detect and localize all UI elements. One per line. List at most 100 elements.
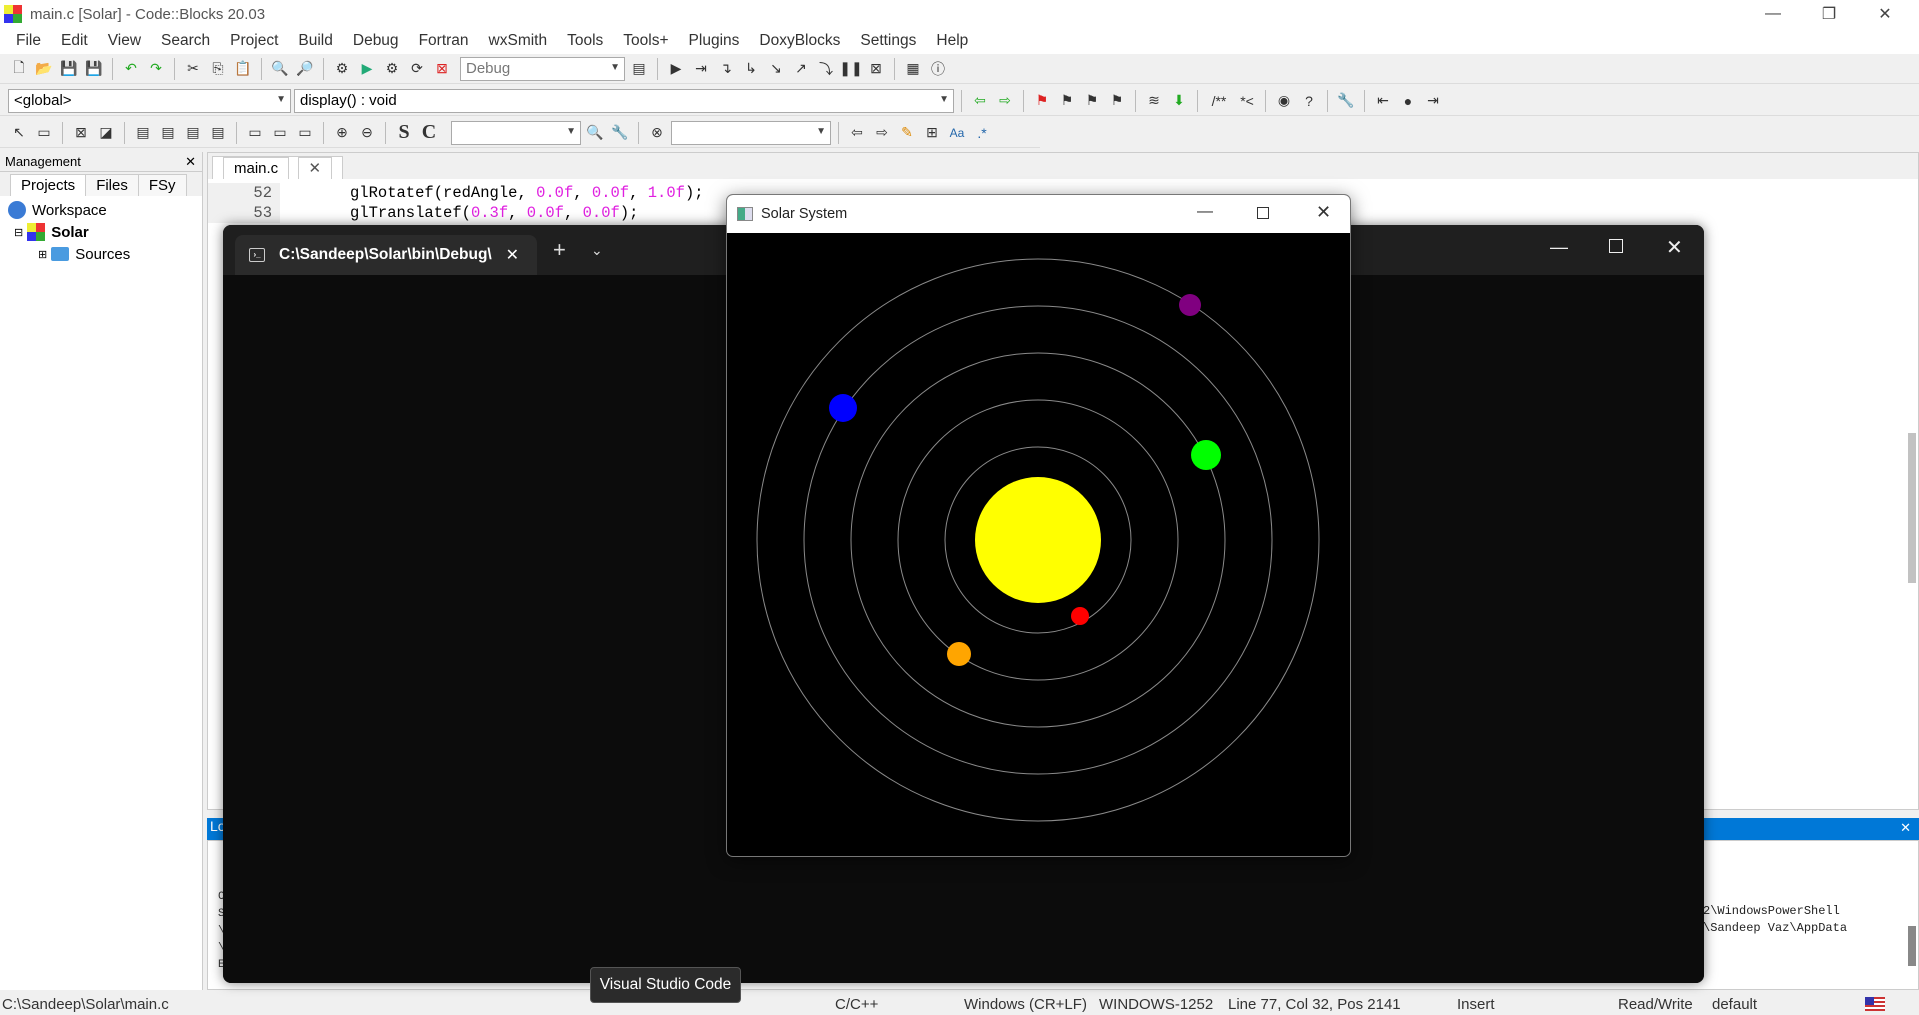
menu-build[interactable]: Build — [288, 32, 342, 50]
step-into-icon[interactable]: ↘ — [765, 58, 787, 80]
wrench-icon[interactable]: 🔧 — [609, 122, 631, 144]
doxy-config-icon[interactable]: 🔧 — [1335, 90, 1357, 112]
target-options-icon[interactable]: ▤ — [628, 58, 650, 80]
menu-fortran[interactable]: Fortran — [409, 32, 479, 50]
zoom-in-icon[interactable]: ⊕ — [331, 122, 353, 144]
new-file-icon[interactable]: 🗋 — [8, 58, 30, 80]
search-options-icon[interactable]: 🔍 — [584, 122, 606, 144]
build-run-icon[interactable]: ⚙ — [381, 58, 403, 80]
stop-debug-icon[interactable]: ⊠ — [865, 58, 887, 80]
menu-debug[interactable]: Debug — [343, 32, 409, 50]
new-tab-icon[interactable]: + — [553, 237, 566, 263]
find-next-icon[interactable]: ⇨ — [871, 122, 893, 144]
tree-folder[interactable]: ⊞ Sources — [8, 243, 202, 265]
close-icon[interactable]: ✕ — [1316, 202, 1331, 223]
record-icon[interactable]: ● — [1397, 90, 1419, 112]
find-combo[interactable]: ▼ — [671, 120, 831, 145]
undo-icon[interactable]: ↶ — [120, 58, 142, 80]
close-icon[interactable]: ✕ — [185, 154, 196, 170]
logs-scrollbar[interactable] — [1908, 926, 1916, 966]
save-icon[interactable]: 💾 — [58, 58, 80, 80]
find-prev-icon[interactable]: ⇦ — [846, 122, 868, 144]
scope-select[interactable]: <global> ▼ — [8, 88, 291, 113]
layout2-icon[interactable]: ▤ — [157, 122, 179, 144]
restore-button[interactable]: ❐ — [1801, 0, 1857, 28]
sizer2-icon[interactable]: ◪ — [95, 122, 117, 144]
run-icon[interactable]: ▶ — [356, 58, 378, 80]
maximize-icon[interactable] — [1609, 239, 1623, 253]
tab-files[interactable]: Files — [85, 174, 139, 196]
menu-wxsmith[interactable]: wxSmith — [479, 32, 558, 50]
tab-projects[interactable]: Projects — [10, 174, 87, 196]
shape3-icon[interactable]: ▭ — [294, 122, 316, 144]
debug-run-icon[interactable]: ▶ — [665, 58, 687, 80]
menu-help[interactable]: Help — [926, 32, 978, 50]
layout4-icon[interactable]: ▤ — [207, 122, 229, 144]
paste-icon[interactable]: 📋 — [232, 58, 254, 80]
zoom-out-icon[interactable]: ⊖ — [356, 122, 378, 144]
sizer-icon[interactable]: ⊠ — [70, 122, 92, 144]
replace-icon[interactable]: 🔎 — [294, 58, 316, 80]
shape1-icon[interactable]: ▭ — [244, 122, 266, 144]
pause-icon[interactable]: ❚❚ — [839, 58, 862, 80]
highlight-icon[interactable]: ✎ — [896, 122, 918, 144]
doxy-line-comment-button[interactable]: *< — [1236, 90, 1258, 112]
doxy-block-comment-button[interactable]: /** — [1205, 90, 1233, 112]
pointer-icon[interactable]: ↖ — [8, 122, 30, 144]
bookmark-toggle-icon[interactable]: ⚑ — [1031, 90, 1053, 112]
minimize-icon[interactable]: — — [1197, 203, 1213, 221]
doxy-extract-icon[interactable]: ⬇ — [1168, 90, 1190, 112]
menu-tools-plus[interactable]: Tools+ — [613, 32, 678, 50]
find-icon[interactable]: 🔍 — [269, 58, 291, 80]
jump-back-icon[interactable]: ⇦ — [969, 90, 991, 112]
clear-icon[interactable]: ⊗ — [646, 122, 668, 144]
collapse-icon[interactable]: ⊟ — [14, 226, 23, 239]
s-icon[interactable]: S — [393, 121, 415, 144]
step-out-icon[interactable]: ↗ — [790, 58, 812, 80]
menu-project[interactable]: Project — [220, 32, 288, 50]
menu-file[interactable]: File — [6, 32, 51, 50]
search-combo[interactable]: ▼ — [451, 120, 581, 145]
next-line-icon[interactable]: ↴ — [715, 58, 737, 80]
close-icon[interactable]: ✕ — [506, 245, 519, 265]
expand-icon[interactable]: ⊞ — [38, 248, 47, 261]
menu-edit[interactable]: Edit — [51, 32, 98, 50]
open-file-icon[interactable]: 📂 — [33, 58, 55, 80]
copy-icon[interactable]: ⎘ — [207, 58, 229, 80]
tree-project[interactable]: ⊟ Solar — [8, 221, 202, 243]
build-gear-icon[interactable]: ⚙ — [331, 58, 353, 80]
save-all-icon[interactable]: 💾 — [83, 58, 105, 80]
editor-scrollbar[interactable] — [1908, 433, 1916, 583]
doxy-html-icon[interactable]: ◉ — [1273, 90, 1295, 112]
jump-forward-icon[interactable]: ⇨ — [994, 90, 1016, 112]
chevron-down-icon[interactable]: ⌄ — [591, 242, 603, 259]
terminal-tab[interactable]: ›_ C:\Sandeep\Solar\bin\Debug\ ✕ — [235, 235, 537, 275]
shape2-icon[interactable]: ▭ — [269, 122, 291, 144]
menu-settings[interactable]: Settings — [850, 32, 926, 50]
regex-button[interactable]: .* — [971, 122, 993, 144]
debug-info-icon[interactable]: ⓘ — [927, 58, 949, 80]
maximize-icon[interactable] — [1257, 207, 1269, 219]
menu-tools[interactable]: Tools — [557, 32, 613, 50]
build-target-select[interactable]: Debug ▼ — [460, 56, 625, 81]
minimize-button[interactable]: — — [1745, 0, 1801, 28]
step-instruction-icon[interactable]: ⤵ — [815, 58, 837, 80]
doxy-chm-icon[interactable]: ? — [1298, 90, 1320, 112]
close-icon[interactable]: ✕ — [297, 157, 333, 179]
bookmark-clear-icon[interactable]: ⚑ — [1106, 90, 1128, 112]
bookmark-next-icon[interactable]: ⚑ — [1081, 90, 1103, 112]
match-case-button[interactable]: Aa — [946, 122, 968, 144]
selection-icon[interactable]: ⊞ — [921, 122, 943, 144]
layout3-icon[interactable]: ▤ — [182, 122, 204, 144]
close-icon[interactable]: ✕ — [1900, 820, 1911, 836]
run-to-cursor-icon[interactable]: ⇥ — [690, 58, 712, 80]
tab-fsymbols[interactable]: FSy — [137, 174, 187, 196]
function-select[interactable]: display() : void ▼ — [294, 88, 954, 113]
rectangle-icon[interactable]: ▭ — [33, 122, 55, 144]
tree-workspace[interactable]: Workspace — [8, 199, 202, 221]
rebuild-icon[interactable]: ⟳ — [406, 58, 428, 80]
tab-main-c[interactable]: main.c ✕ — [212, 156, 344, 179]
menu-plugins[interactable]: Plugins — [679, 32, 750, 50]
abort-icon[interactable]: ⊠ — [431, 58, 453, 80]
close-icon[interactable]: ✕ — [1666, 235, 1683, 260]
